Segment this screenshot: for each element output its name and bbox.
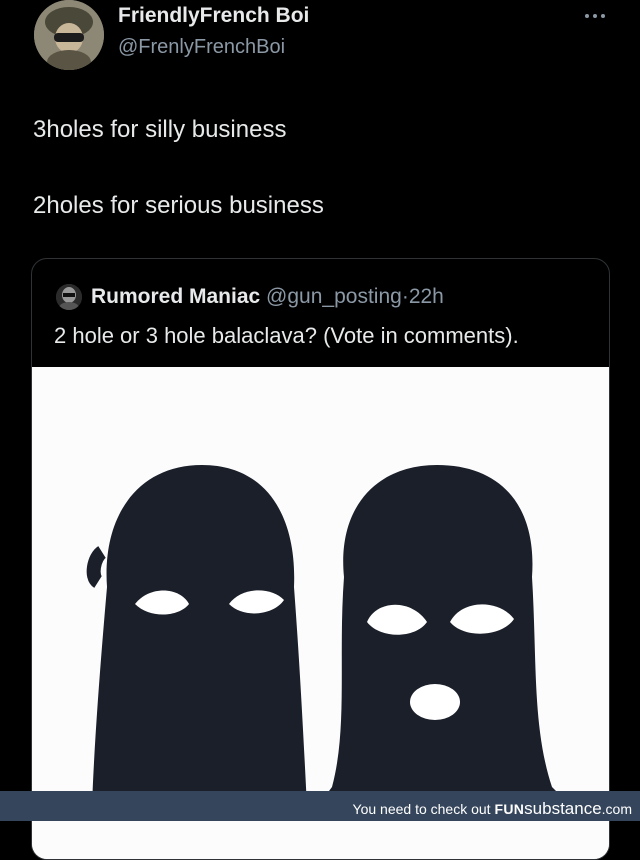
quote-author-handle[interactable]: @gun_posting: [266, 285, 402, 308]
footer-brand-bold: FUN: [494, 801, 525, 817]
funsubstance-footer-bar: You need to check out FUNsubstance.com: [0, 791, 640, 821]
quote-media-image[interactable]: [32, 367, 609, 859]
balaclava-photo: [32, 367, 609, 859]
quoted-tweet-card[interactable]: Rumored Maniac @gun_posting·22h 2 hole o…: [31, 258, 610, 860]
avatar-image: [34, 0, 104, 70]
author-name[interactable]: FriendlyFrench Boi: [118, 4, 309, 28]
quote-avatar-image: [56, 284, 82, 310]
quote-text: 2 hole or 3 hole balaclava? (Vote in com…: [54, 323, 519, 348]
footer-brand-rest: substance: [524, 799, 602, 818]
author-avatar[interactable]: [34, 0, 104, 70]
tweet-text-line-2: 2holes for serious business: [33, 192, 324, 219]
footer-brand-suffix: .com: [601, 801, 632, 817]
more-options-icon[interactable]: [582, 6, 608, 24]
quote-separator: ·: [401, 285, 409, 308]
quote-header: Rumored Maniac @gun_posting·22h: [91, 285, 444, 309]
tweet-text-line-1: 3holes for silly business: [33, 116, 287, 143]
footer-prefix: You need to check out: [352, 801, 491, 817]
quote-author-avatar[interactable]: [56, 284, 82, 310]
quote-timestamp[interactable]: 22h: [409, 285, 444, 308]
footer-text: You need to check out FUNsubstance.com: [353, 799, 632, 819]
two-hole-balaclava: [86, 465, 307, 807]
author-handle[interactable]: @FrenlyFrenchBoi: [118, 36, 285, 59]
quote-author-name[interactable]: Rumored Maniac: [91, 285, 260, 308]
